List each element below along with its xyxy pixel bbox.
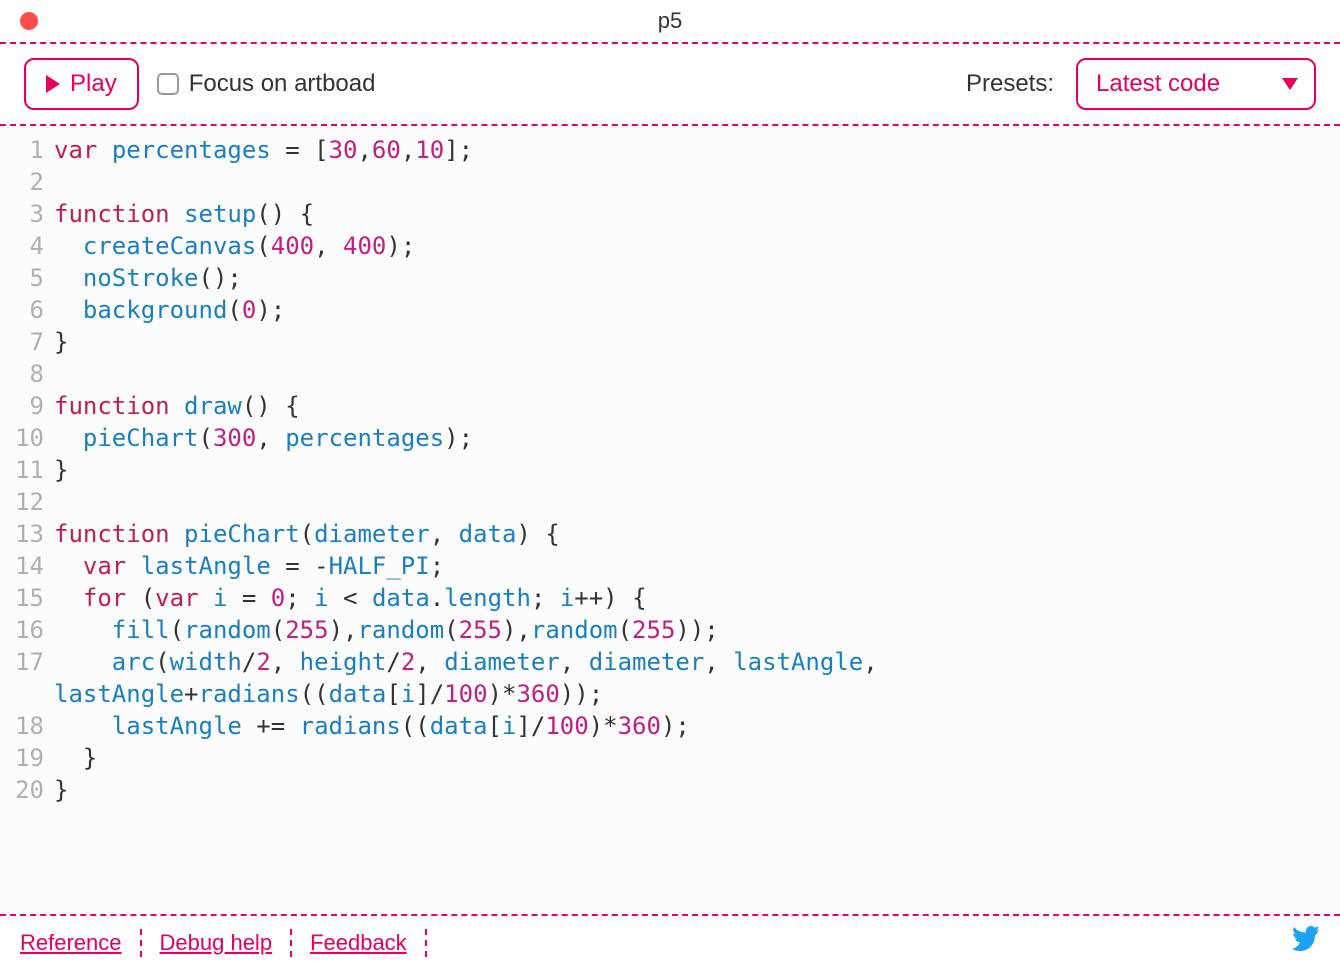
focus-checkbox-wrap[interactable]: Focus on artboad — [157, 70, 376, 98]
code-content[interactable]: for (var i = 0; i < data.length; i++) { — [54, 582, 667, 614]
code-content[interactable]: } — [54, 774, 88, 806]
code-line[interactable]: 6 background(0); — [0, 294, 1340, 326]
code-line[interactable]: 7} — [0, 326, 1340, 358]
code-line[interactable]: 17 arc(width/2, height/2, diameter, diam… — [0, 646, 1340, 710]
code-line[interactable]: 18 lastAngle += radians((data[i]/100)*36… — [0, 710, 1340, 742]
code-content[interactable]: fill(random(255),random(255),random(255)… — [54, 614, 739, 646]
code-content[interactable] — [54, 358, 88, 390]
code-line[interactable]: 16 fill(random(255),random(255),random(2… — [0, 614, 1340, 646]
code-line[interactable]: 10 pieChart(300, percentages); — [0, 422, 1340, 454]
line-number: 14 — [0, 550, 54, 582]
code-line[interactable]: 1var percentages = [30,60,10]; — [0, 134, 1340, 166]
presets-selected-value: Latest code — [1096, 70, 1220, 98]
code-content[interactable]: createCanvas(400, 400); — [54, 230, 435, 262]
code-content[interactable]: arc(width/2, height/2, diameter, diamete… — [54, 646, 1340, 710]
line-number: 19 — [0, 742, 54, 774]
focus-checkbox[interactable] — [157, 73, 179, 95]
line-number: 8 — [0, 358, 54, 390]
code-content[interactable]: function pieChart(diameter, data) { — [54, 518, 580, 550]
code-content[interactable]: } — [54, 742, 117, 774]
line-number: 18 — [0, 710, 54, 742]
code-content[interactable]: background(0); — [54, 294, 305, 326]
code-line[interactable]: 12 — [0, 486, 1340, 518]
code-content[interactable]: } — [54, 454, 88, 486]
app-window: p5 Play Focus on artboad Presets: Latest… — [0, 0, 1340, 974]
code-editor[interactable]: 1var percentages = [30,60,10];2 3functio… — [0, 126, 1340, 916]
code-line[interactable]: 15 for (var i = 0; i < data.length; i++)… — [0, 582, 1340, 614]
presets-select[interactable]: Latest code — [1076, 58, 1316, 110]
code-content[interactable]: pieChart(300, percentages); — [54, 422, 493, 454]
code-content[interactable]: function draw() { — [54, 390, 320, 422]
code-line[interactable]: 2 — [0, 166, 1340, 198]
line-number: 15 — [0, 582, 54, 614]
line-number: 7 — [0, 326, 54, 358]
code-content[interactable] — [54, 486, 88, 518]
code-content[interactable]: function setup() { — [54, 198, 334, 230]
divider — [425, 929, 427, 957]
footer-link-reference[interactable]: Reference — [20, 930, 140, 956]
code-line[interactable]: 20} — [0, 774, 1340, 806]
code-line[interactable]: 8 — [0, 358, 1340, 390]
code-line[interactable]: 11} — [0, 454, 1340, 486]
footer-link-feedback[interactable]: Feedback — [292, 930, 425, 956]
play-icon — [46, 75, 60, 93]
presets-label: Presets: — [966, 70, 1054, 98]
twitter-icon[interactable] — [1292, 926, 1320, 960]
line-number: 4 — [0, 230, 54, 262]
code-content[interactable]: var lastAngle = -HALF_PI; — [54, 550, 464, 582]
code-line[interactable]: 9function draw() { — [0, 390, 1340, 422]
line-number: 13 — [0, 518, 54, 550]
line-number: 11 — [0, 454, 54, 486]
code-line[interactable]: 13function pieChart(diameter, data) { — [0, 518, 1340, 550]
code-line[interactable]: 19 } — [0, 742, 1340, 774]
line-number: 17 — [0, 646, 54, 678]
titlebar: p5 — [0, 0, 1340, 44]
code-content[interactable]: lastAngle += radians((data[i]/100)*360); — [54, 710, 710, 742]
play-button[interactable]: Play — [24, 58, 139, 110]
play-button-label: Play — [70, 70, 117, 98]
footer-link-debug-help[interactable]: Debug help — [142, 930, 291, 956]
line-number: 3 — [0, 198, 54, 230]
code-content[interactable]: var percentages = [30,60,10]; — [54, 134, 493, 166]
line-number: 20 — [0, 774, 54, 806]
chevron-down-icon — [1282, 78, 1298, 90]
footer: Reference Debug help Feedback — [0, 916, 1340, 974]
code-content[interactable] — [54, 166, 88, 198]
window-title: p5 — [658, 8, 682, 34]
close-icon[interactable] — [20, 12, 38, 30]
focus-checkbox-label: Focus on artboad — [189, 70, 376, 98]
line-number: 9 — [0, 390, 54, 422]
line-number: 2 — [0, 166, 54, 198]
line-number: 5 — [0, 262, 54, 294]
line-number: 6 — [0, 294, 54, 326]
line-number: 10 — [0, 422, 54, 454]
code-content[interactable]: noStroke(); — [54, 262, 262, 294]
line-number: 1 — [0, 134, 54, 166]
code-line[interactable]: 4 createCanvas(400, 400); — [0, 230, 1340, 262]
code-line[interactable]: 5 noStroke(); — [0, 262, 1340, 294]
code-line[interactable]: 3function setup() { — [0, 198, 1340, 230]
line-number: 12 — [0, 486, 54, 518]
code-line[interactable]: 14 var lastAngle = -HALF_PI; — [0, 550, 1340, 582]
line-number: 16 — [0, 614, 54, 646]
code-content[interactable]: } — [54, 326, 88, 358]
toolbar: Play Focus on artboad Presets: Latest co… — [0, 44, 1340, 126]
